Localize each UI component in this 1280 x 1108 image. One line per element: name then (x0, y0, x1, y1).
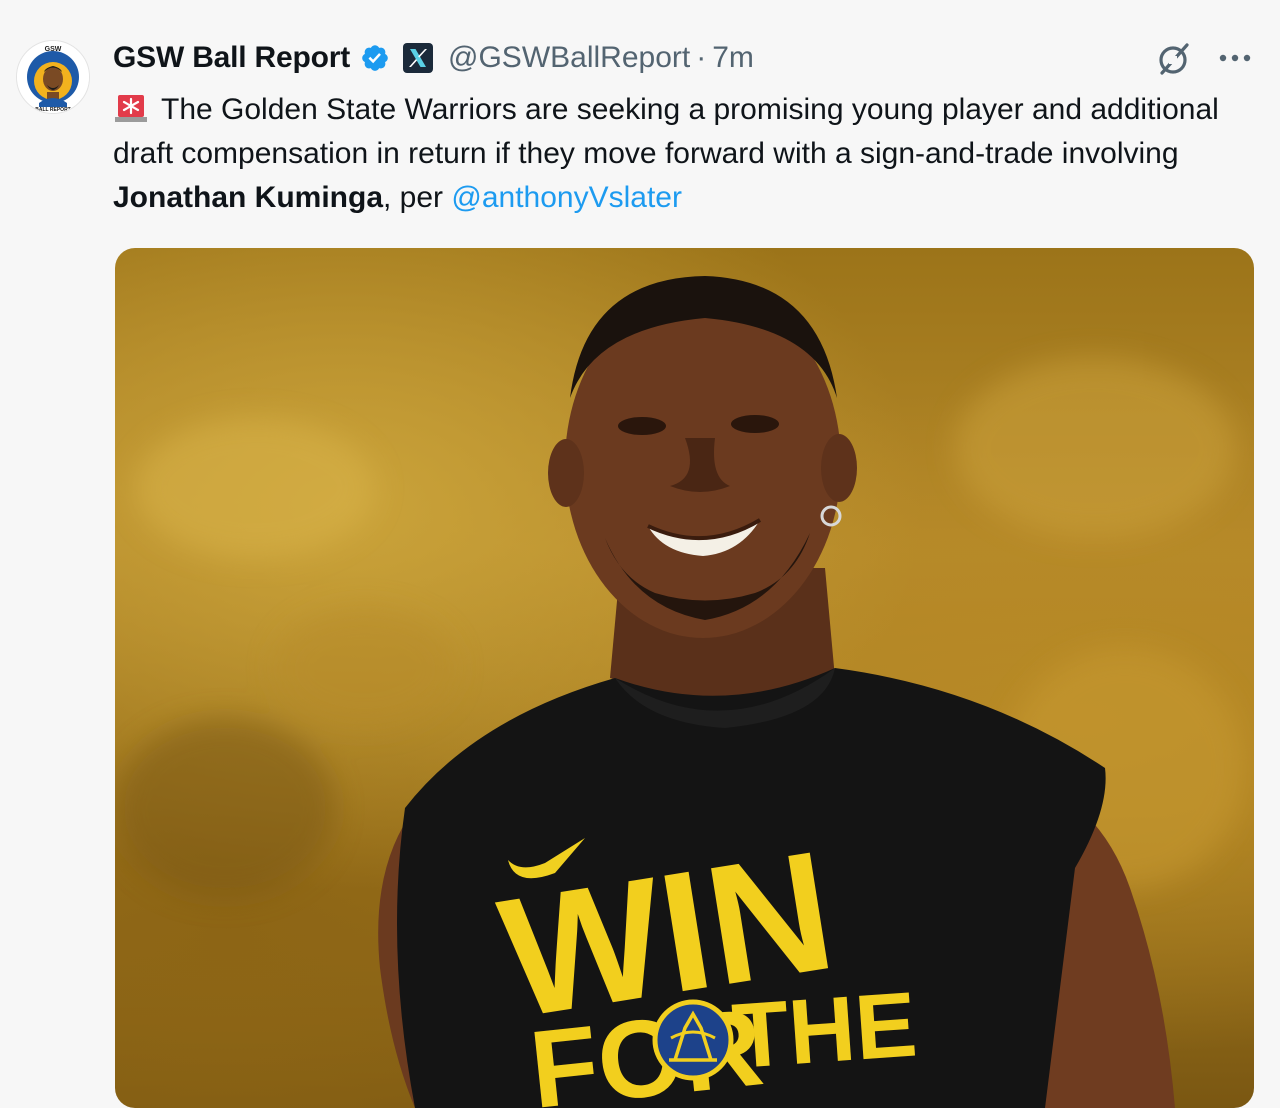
tweet-media-photo[interactable]: WIN FOR THE (115, 248, 1254, 1108)
mention-link[interactable]: @anthonyVslater (451, 181, 682, 214)
tweet-text-part1: The Golden State Warriors are seeking a … (113, 93, 1219, 170)
handle[interactable]: @GSWBallReport (448, 41, 690, 75)
siren-emoji-icon (113, 92, 149, 122)
verified-badge-icon[interactable] (360, 43, 390, 73)
tweet-text-part2: , per (383, 181, 452, 214)
timestamp[interactable]: 7m (712, 41, 754, 75)
player-name: Jonathan Kuminga (113, 181, 384, 214)
separator-dot: · (696, 41, 707, 74)
tweet[interactable]: GSW BALL REPORT GSW Ball Report @GSWBall… (0, 0, 1280, 1108)
grok-icon[interactable] (1155, 40, 1193, 78)
tweet-text: The Golden State Warriors are seeking a … (113, 88, 1248, 220)
avatar[interactable]: GSW BALL REPORT (16, 40, 90, 114)
x-logo-icon (402, 42, 434, 74)
avatar-lettering-bottom: BALL REPORT (35, 107, 70, 113)
avatar-lettering-top: GSW (45, 46, 62, 53)
warriors-logo-icon (652, 999, 734, 1081)
display-name[interactable]: GSW Ball Report (113, 41, 350, 75)
more-options-icon[interactable] (1215, 44, 1255, 72)
tweet-header: GSW Ball Report @GSWBallReport · 7m (113, 36, 754, 80)
player-photo: WIN FOR THE (115, 276, 1245, 1108)
shirt-lettering-the: THE (729, 973, 920, 1088)
